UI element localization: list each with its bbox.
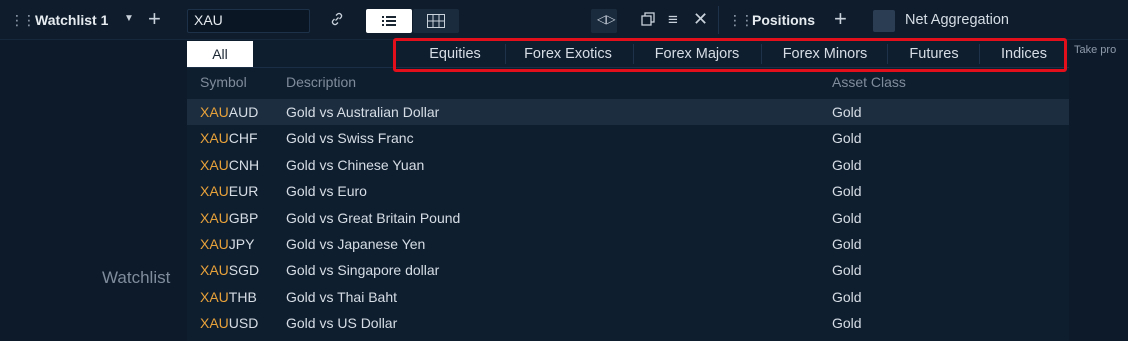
- list-item[interactable]: XAUAUD Gold vs Australian Dollar Gold: [187, 99, 1069, 125]
- asset-class-cell: Gold: [832, 156, 862, 173]
- top-toolbar: ⋮⋮ Watchlist 1 ▼ + XAU ◁▷ ≡ ✕ ⋮⋮ Positio…: [0, 0, 1128, 40]
- asset-class-cell: Gold: [832, 209, 862, 226]
- list-icon: [382, 16, 396, 26]
- add-watchlist-button[interactable]: +: [148, 8, 161, 30]
- description-cell: Gold vs US Dollar: [286, 315, 398, 332]
- symbol-cell: XAUCNH: [200, 157, 259, 173]
- symbol-suffix: THB: [228, 288, 257, 305]
- symbol-cell: XAUUSD: [200, 315, 258, 331]
- positions-pane: Take pro: [1069, 40, 1128, 341]
- tab-all[interactable]: All: [187, 41, 253, 67]
- popout-icon[interactable]: [641, 12, 655, 29]
- symbol-cell: XAUAUD: [200, 104, 258, 120]
- symbol-suffix: CNH: [228, 156, 260, 173]
- net-aggregation-label: Net Aggregation: [905, 12, 1009, 28]
- asset-class-cell: Gold: [832, 262, 862, 279]
- close-icon[interactable]: ✕: [693, 10, 708, 28]
- list-item[interactable]: XAUCHF Gold vs Swiss Franc Gold: [187, 125, 1069, 151]
- description-cell: Gold vs Swiss Franc: [286, 130, 414, 147]
- asset-class-cell: Gold: [832, 288, 862, 305]
- grid-view-toggle[interactable]: [413, 9, 459, 33]
- list-item[interactable]: XAUGBP Gold vs Great Britain Pound Gold: [187, 205, 1069, 231]
- list-item[interactable]: XAUEUR Gold vs Euro Gold: [187, 178, 1069, 204]
- column-header-description[interactable]: Description: [286, 74, 356, 90]
- symbol-cell: XAUJPY: [200, 236, 254, 252]
- asset-class-cell: Gold: [832, 104, 862, 120]
- symbol-suffix: USD: [228, 315, 259, 332]
- symbol-cell: XAUCHF: [200, 130, 258, 146]
- symbol-cell: XAUGBP: [200, 210, 258, 226]
- symbol-suffix: EUR: [228, 183, 259, 200]
- drag-handle-icon[interactable]: ⋮⋮: [728, 13, 754, 27]
- symbol-suffix: GBP: [228, 209, 259, 226]
- menu-icon[interactable]: ≡: [668, 11, 678, 28]
- description-cell: Gold vs Singapore dollar: [286, 262, 440, 279]
- positions-title[interactable]: Positions: [752, 12, 815, 28]
- symbol-search-dropdown: All Equities Forex Exotics Forex Majors …: [187, 40, 1069, 341]
- list-item[interactable]: XAUSGD Gold vs Singapore dollar Gold: [187, 257, 1069, 283]
- list-view-toggle[interactable]: [366, 9, 412, 33]
- list-item[interactable]: XAUTHB Gold vs Thai Baht Gold: [187, 284, 1069, 310]
- asset-class-cell: Gold: [832, 315, 862, 332]
- list-item[interactable]: XAUJPY Gold vs Japanese Yen Gold: [187, 231, 1069, 257]
- chevron-down-icon[interactable]: ▼: [124, 14, 134, 24]
- watchlist-title[interactable]: Watchlist 1: [35, 12, 108, 28]
- symbol-cell: XAUSGD: [200, 262, 259, 278]
- symbol-match: XAU: [200, 315, 229, 332]
- description-cell: Gold vs Euro: [286, 183, 367, 200]
- asset-class-cell: Gold: [832, 183, 862, 200]
- tabs-callout: [393, 38, 1067, 72]
- description-cell: Gold vs Australian Dollar: [286, 104, 440, 120]
- grid-icon: [427, 14, 445, 28]
- list-item[interactable]: XAUCNH Gold vs Chinese Yuan Gold: [187, 152, 1069, 178]
- column-header-symbol[interactable]: Symbol: [200, 74, 247, 90]
- description-cell: Gold vs Great Britain Pound: [286, 209, 461, 226]
- symbol-suffix: SGD: [228, 262, 260, 279]
- symbol-search-input[interactable]: XAU: [187, 9, 310, 33]
- watchlist-placeholder: Watchlist: [102, 268, 171, 287]
- asset-class-cell: Gold: [832, 236, 862, 252]
- link-icon[interactable]: [330, 12, 344, 29]
- symbol-suffix: JPY: [228, 236, 255, 252]
- symbol-match: XAU: [200, 130, 229, 147]
- symbol-match: XAU: [200, 262, 229, 279]
- symbol-cell: XAUTHB: [200, 289, 257, 305]
- net-aggregation-checkbox[interactable]: [873, 10, 895, 32]
- symbol-suffix: AUD: [228, 104, 259, 120]
- symbol-match: XAU: [200, 209, 229, 226]
- description-cell: Gold vs Japanese Yen: [286, 236, 426, 252]
- description-cell: Gold vs Chinese Yuan: [286, 156, 425, 173]
- symbol-match: XAU: [200, 183, 229, 200]
- watchlist-pane: Watchlist: [0, 40, 187, 341]
- drag-handle-icon[interactable]: ⋮⋮: [10, 13, 36, 27]
- asset-class-cell: Gold: [832, 130, 862, 147]
- list-item[interactable]: XAUUSD Gold vs US Dollar Gold: [187, 310, 1069, 336]
- symbol-match: XAU: [200, 236, 229, 252]
- split-icon: ◁▷: [597, 12, 616, 26]
- symbol-match: XAU: [200, 104, 229, 120]
- symbol-match: XAU: [200, 288, 229, 305]
- description-cell: Gold vs Thai Baht: [286, 288, 398, 305]
- add-position-button[interactable]: +: [834, 8, 847, 30]
- take-profit-header: Take pro: [1074, 44, 1117, 56]
- split-view-button[interactable]: ◁▷: [591, 9, 617, 33]
- column-header-asset-class[interactable]: Asset Class: [832, 74, 906, 90]
- symbol-match: XAU: [200, 156, 229, 173]
- panel-divider: [718, 6, 719, 34]
- symbol-cell: XAUEUR: [200, 183, 258, 199]
- symbol-suffix: CHF: [228, 130, 258, 147]
